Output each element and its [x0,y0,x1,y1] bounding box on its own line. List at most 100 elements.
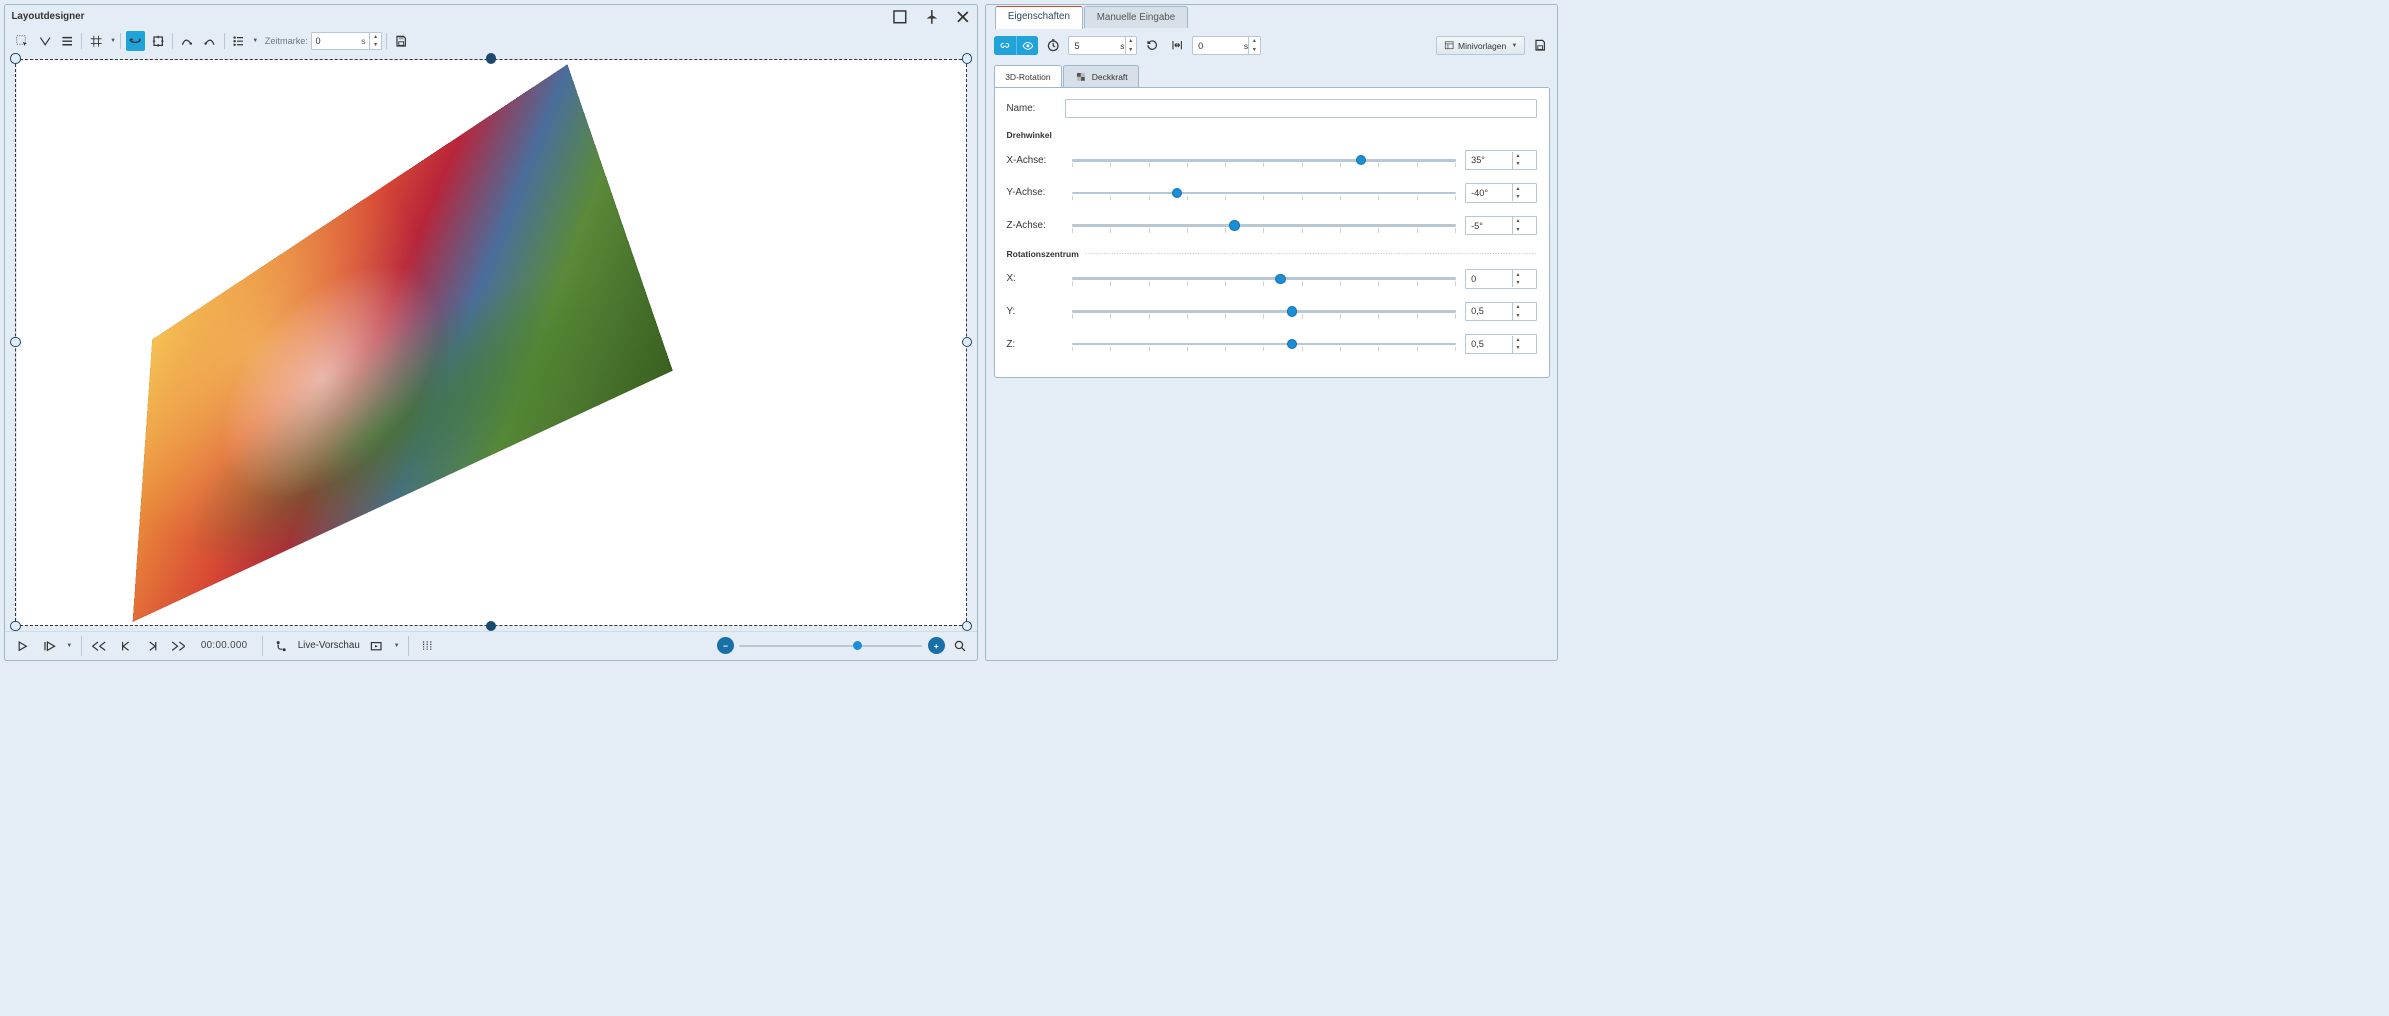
y-axis-slider[interactable] [1072,186,1456,199]
properties-toolbar: s ▲▼ s ▲▼ Minivorlagen ▼ [994,33,1550,62]
maximize-icon[interactable] [892,9,908,25]
row-z-axis: Z-Achse: ▲▼ [1007,216,1537,236]
center-x-label: X: [1007,273,1063,284]
mini-templates-label: Minivorlagen [1458,41,1506,51]
center-x-field[interactable]: ▲▼ [1465,269,1537,289]
row-center-y: Y: ▲▼ [1007,302,1537,322]
skip-start-icon[interactable] [90,636,110,656]
duration-spinner[interactable]: ▲▼ [1125,37,1136,54]
x-axis-slider[interactable] [1072,154,1456,167]
row-center-z: Z: ▲▼ [1007,334,1537,354]
handle-mid-left[interactable] [10,337,20,347]
handle-top-left[interactable] [10,53,20,63]
live-preview-toggle-icon[interactable] [272,636,292,656]
stopwatch-icon[interactable] [1043,36,1063,56]
lasso-tool-icon[interactable] [35,31,55,51]
y-axis-label: Y-Achse: [1007,187,1063,198]
eye-icon[interactable] [1016,36,1038,56]
step-back-icon[interactable] [116,636,136,656]
duration-input[interactable] [1069,41,1120,51]
mini-templates-button[interactable]: Minivorlagen ▼ [1436,36,1525,56]
reset-icon[interactable] [1142,36,1162,56]
tab-3d-rotation[interactable]: 3D-Rotation [994,65,1062,88]
pin-icon[interactable] [924,9,940,25]
play-from-icon[interactable] [39,636,59,656]
preview-mode-icon[interactable] [366,636,386,656]
center-y-field[interactable]: ▲▼ [1465,302,1537,322]
section-rotzentrum: Rotationszentrum [1007,249,1537,259]
grid-icon[interactable] [87,31,107,51]
zoom-thumb[interactable] [853,641,862,650]
safe-area-icon[interactable] [417,636,437,656]
step-forward-icon[interactable] [142,636,162,656]
time-unit: s [357,36,369,46]
duration-field[interactable]: s ▲▼ [1068,36,1137,56]
z-axis-slider[interactable] [1072,219,1456,232]
zoom-control: − + [717,636,969,656]
rotation-properties: Name: Drehwinkel X-Achse: ▲▼ Y-Achse: ▲▼… [994,87,1550,378]
rotate-3d-icon[interactable] [126,31,146,51]
z-axis-field[interactable]: ▲▼ [1465,216,1537,236]
close-icon[interactable] [955,9,971,25]
properties-panel: Eigenschaften Manuelle Eingabe s ▲▼ [985,4,1559,661]
time-spinner[interactable]: ▲▼ [369,32,380,49]
live-preview-label: Live-Vorschau [298,640,360,651]
list-icon[interactable] [229,31,249,51]
chevron-down-icon[interactable]: ▼ [394,643,400,649]
width-lock-icon[interactable] [1167,36,1187,56]
zoom-slider[interactable] [739,645,922,648]
width-input[interactable] [1193,41,1244,51]
save-icon[interactable] [392,31,412,51]
main-tabs: Eigenschaften Manuelle Eingabe [986,6,1558,28]
handle-bottom-left[interactable] [10,621,20,631]
y-axis-field[interactable]: ▲▼ [1465,183,1537,203]
save-preset-icon[interactable] [1530,36,1550,56]
layout-designer-panel: Layoutdesigner ▼ ▼ Zeitmarke: s ▲▼ [4,4,978,661]
center-z-label: Z: [1007,339,1063,350]
chevron-down-icon: ▼ [1511,43,1517,49]
center-z-field[interactable]: ▲▼ [1465,334,1537,354]
select-tool-icon[interactable] [13,31,33,51]
time-field[interactable]: s ▲▼ [311,32,382,50]
handle-bottom-right[interactable] [962,621,972,631]
handle-top-mid[interactable] [486,53,496,63]
play-icon[interactable] [13,636,33,656]
crop-icon[interactable] [148,31,168,51]
layout-toolbar: ▼ ▼ Zeitmarke: s ▲▼ [5,28,977,53]
handle-bottom-mid[interactable] [486,621,496,631]
chevron-down-icon[interactable]: ▼ [252,38,258,44]
x-axis-label: X-Achse: [1007,155,1063,166]
z-axis-label: Z-Achse: [1007,220,1063,231]
tab-properties[interactable]: Eigenschaften [995,6,1083,28]
link-icon[interactable] [994,36,1016,56]
chevron-down-icon[interactable]: ▼ [110,38,116,44]
time-input[interactable] [312,36,358,46]
window-title: Layoutdesigner [11,11,84,22]
handle-mid-right[interactable] [962,337,972,347]
sub-tabs: 3D-Rotation Deckkraft [994,65,1550,88]
tab-opacity[interactable]: Deckkraft [1063,65,1139,88]
handle-top-right[interactable] [962,53,972,63]
width-spinner[interactable]: ▲▼ [1248,37,1259,54]
center-y-slider[interactable] [1072,305,1456,318]
width-field[interactable]: s ▲▼ [1192,36,1261,56]
canvas-area[interactable] [15,59,967,626]
center-y-label: Y: [1007,306,1063,317]
zoom-in-button[interactable]: + [928,637,945,654]
center-z-slider[interactable] [1072,338,1456,351]
titlebar: Layoutdesigner [5,5,977,29]
zoom-fit-icon[interactable] [950,636,970,656]
align-tool-icon[interactable] [57,31,77,51]
name-input[interactable] [1065,99,1536,119]
row-x-axis: X-Achse: ▲▼ [1007,150,1537,170]
chevron-down-icon[interactable]: ▼ [66,643,72,649]
name-label: Name: [1007,103,1066,114]
skip-end-icon[interactable] [168,636,188,656]
bottom-bar: ▼ 00:00.000 Live-Vorschau ▼ − + [5,631,977,659]
center-x-slider[interactable] [1072,272,1456,285]
path-in-icon[interactable] [177,31,197,51]
zoom-out-button[interactable]: − [717,637,734,654]
tab-manual-input[interactable]: Manuelle Eingabe [1084,6,1188,28]
path-out-icon[interactable] [200,31,220,51]
x-axis-field[interactable]: ▲▼ [1465,150,1537,170]
